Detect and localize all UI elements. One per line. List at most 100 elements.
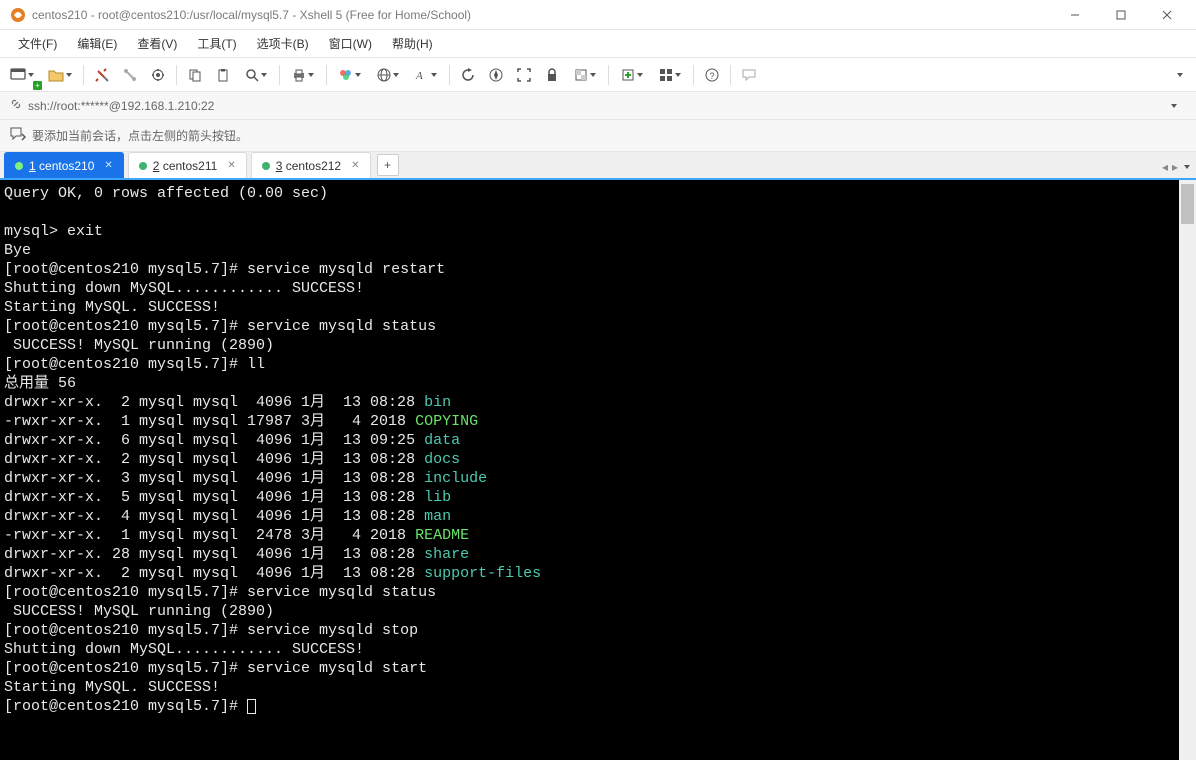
close-tab-icon[interactable]: ✕ (227, 160, 235, 171)
font-button[interactable]: A (408, 62, 444, 88)
add-tab-button[interactable]: + (377, 154, 399, 176)
menubar: 文件(F) 编辑(E) 查看(V) 工具(T) 选项卡(B) 窗口(W) 帮助(… (0, 30, 1196, 58)
chevron-down-icon (675, 73, 681, 77)
terminal-line: [root@centos210 mysql5.7]# service mysql… (4, 317, 1178, 336)
chevron-down-icon (66, 73, 72, 77)
tab-nav: ◂ ▸ (1162, 160, 1190, 174)
svg-text:?: ? (710, 71, 715, 81)
terminal-line: drwxr-xr-x. 6 mysql mysql 4096 1月 13 09:… (4, 431, 1178, 450)
chevron-down-icon (1177, 73, 1183, 77)
disconnect-button[interactable] (117, 62, 143, 88)
session-tab[interactable]: 2 centos211 ✕ (128, 152, 247, 178)
status-dot-icon (15, 162, 23, 170)
terminal-line: drwxr-xr-x. 5 mysql mysql 4096 1月 13 08:… (4, 488, 1178, 507)
properties-button[interactable] (145, 62, 171, 88)
tab-label: 1 centos210 (29, 159, 94, 173)
chevron-down-icon (1171, 104, 1177, 108)
tab-label: 3 centos212 (276, 159, 341, 173)
terminal[interactable]: Query OK, 0 rows affected (0.00 sec) mys… (0, 180, 1196, 760)
terminal-line: Shutting down MySQL............ SUCCESS! (4, 640, 1178, 659)
menu-tabs[interactable]: 选项卡(B) (249, 31, 317, 56)
close-tab-icon[interactable]: ✕ (351, 160, 359, 171)
transparency-button[interactable] (567, 62, 603, 88)
tab-next-icon[interactable]: ▸ (1172, 160, 1178, 174)
addrbar-overflow-button[interactable] (1160, 93, 1186, 119)
window-controls (1052, 0, 1190, 30)
globe-button[interactable] (370, 62, 406, 88)
cursor (247, 699, 256, 714)
session-tab[interactable]: 1 centos210 ✕ (4, 152, 124, 178)
terminal-line (4, 203, 1178, 222)
layout-button[interactable] (652, 62, 688, 88)
titlebar: centos210 - root@centos210:/usr/local/my… (0, 0, 1196, 30)
menu-edit[interactable]: 编辑(E) (69, 31, 125, 56)
session-tab[interactable]: 3 centos212 ✕ (251, 152, 371, 178)
hint-bar: 要添加当前会话，点击左侧的箭头按钮。 (0, 120, 1196, 152)
minimize-button[interactable] (1052, 0, 1098, 30)
menu-window[interactable]: 窗口(W) (321, 31, 380, 56)
svg-text:A: A (415, 70, 423, 82)
lock-button[interactable] (539, 62, 565, 88)
separator (176, 65, 177, 85)
refresh-button[interactable] (455, 62, 481, 88)
terminal-line: [root@centos210 mysql5.7]# service mysql… (4, 621, 1178, 640)
toolbar-overflow-button[interactable] (1166, 62, 1192, 88)
separator (608, 65, 609, 85)
terminal-line: -rwxr-xr-x. 1 mysql mysql 2478 3月 4 2018… (4, 526, 1178, 545)
terminal-line: drwxr-xr-x. 2 mysql mysql 4096 1月 13 08:… (4, 564, 1178, 583)
open-button[interactable] (42, 62, 78, 88)
menu-tools[interactable]: 工具(T) (189, 31, 244, 56)
separator (730, 65, 731, 85)
close-tab-icon[interactable]: ✕ (104, 160, 112, 171)
scrollbar[interactable] (1179, 180, 1196, 760)
terminal-line: [root@centos210 mysql5.7]# ll (4, 355, 1178, 374)
terminal-line: drwxr-xr-x. 4 mysql mysql 4096 1月 13 08:… (4, 507, 1178, 526)
paste-button[interactable] (210, 62, 236, 88)
tab-label: 2 centos211 (153, 159, 218, 173)
window-title: centos210 - root@centos210:/usr/local/my… (32, 8, 1052, 22)
chevron-down-icon (28, 73, 34, 77)
chevron-down-icon[interactable] (1184, 165, 1190, 169)
terminal-line: Starting MySQL. SUCCESS! (4, 678, 1178, 697)
fullscreen-button[interactable] (511, 62, 537, 88)
terminal-line: Starting MySQL. SUCCESS! (4, 298, 1178, 317)
menu-file[interactable]: 文件(F) (10, 31, 65, 56)
tab-prev-icon[interactable]: ◂ (1162, 160, 1168, 174)
terminal-line: [root@centos210 mysql5.7]# service mysql… (4, 659, 1178, 678)
new-tab-button[interactable] (614, 62, 650, 88)
separator (449, 65, 450, 85)
help-button[interactable]: ? (699, 62, 725, 88)
chevron-down-icon (355, 73, 361, 77)
add-session-icon[interactable] (10, 127, 26, 144)
menu-help[interactable]: 帮助(H) (384, 31, 441, 56)
address-bar: ssh://root:******@192.168.1.210:22 (0, 92, 1196, 120)
separator (83, 65, 84, 85)
terminal-line: Shutting down MySQL............ SUCCESS! (4, 279, 1178, 298)
chat-button[interactable] (736, 62, 762, 88)
separator (693, 65, 694, 85)
color-scheme-button[interactable] (332, 62, 368, 88)
separator (326, 65, 327, 85)
close-button[interactable] (1144, 0, 1190, 30)
scroll-thumb[interactable] (1181, 184, 1194, 224)
terminal-line: [root@centos210 mysql5.7]# service mysql… (4, 583, 1178, 602)
terminal-line: [root@centos210 mysql5.7]# (4, 697, 1178, 716)
chevron-down-icon (308, 73, 314, 77)
terminal-line: mysql> exit (4, 222, 1178, 241)
copy-button[interactable] (182, 62, 208, 88)
print-button[interactable] (285, 62, 321, 88)
new-session-button[interactable]: + (4, 62, 40, 88)
reconnect-button[interactable] (89, 62, 115, 88)
terminal-line: drwxr-xr-x. 2 mysql mysql 4096 1月 13 08:… (4, 393, 1178, 412)
chevron-down-icon (590, 73, 596, 77)
app-icon (10, 7, 26, 23)
chevron-down-icon (431, 73, 437, 77)
terminal-line: drwxr-xr-x. 3 mysql mysql 4096 1月 13 08:… (4, 469, 1178, 488)
maximize-button[interactable] (1098, 0, 1144, 30)
address-text[interactable]: ssh://root:******@192.168.1.210:22 (28, 99, 1154, 113)
find-button[interactable] (238, 62, 274, 88)
compass-button[interactable] (483, 62, 509, 88)
terminal-line: drwxr-xr-x. 28 mysql mysql 4096 1月 13 08… (4, 545, 1178, 564)
tab-bar: 1 centos210 ✕ 2 centos211 ✕ 3 centos212 ✕ + ◂… (0, 152, 1196, 180)
menu-view[interactable]: 查看(V) (129, 31, 185, 56)
